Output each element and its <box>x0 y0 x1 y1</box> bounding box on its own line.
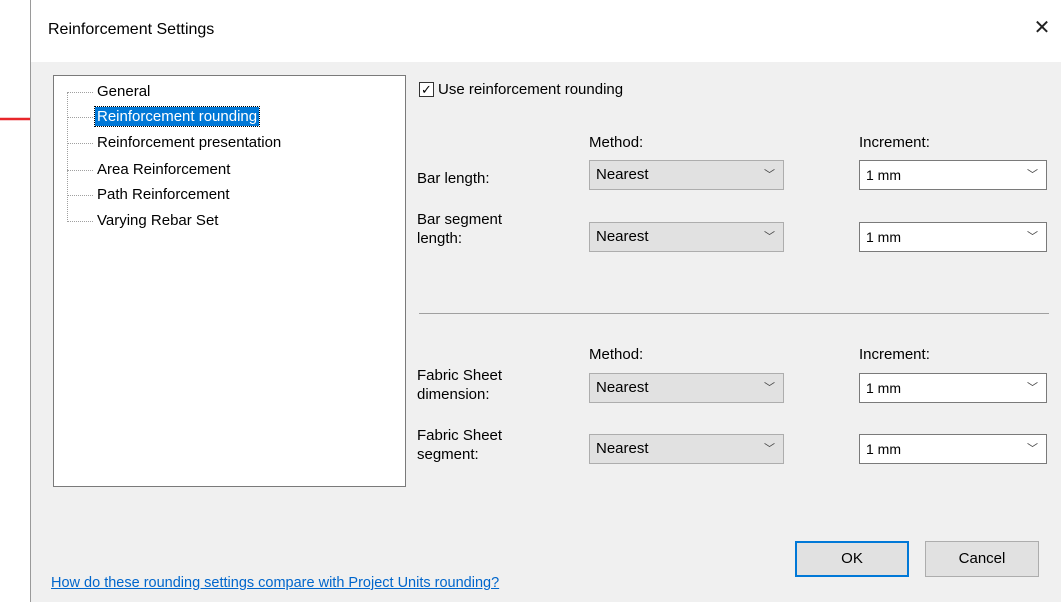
tree-item-label: Area Reinforcement <box>97 161 231 178</box>
bar-length-label: Bar length: <box>417 170 490 187</box>
chevron-down-icon: ﹀ <box>1027 231 1038 243</box>
settings-tree: General Reinforcement rounding Reinforce… <box>53 75 406 487</box>
bar-length-increment-select[interactable]: 1 mm ﹀ <box>859 160 1047 190</box>
fabric-sheet-dimension-label-line1: Fabric Sheet <box>417 367 503 384</box>
method-header: Method: <box>589 134 644 151</box>
chevron-down-icon: ﹀ <box>764 169 775 181</box>
chevron-down-icon: ﹀ <box>1027 382 1038 394</box>
tree-item-reinforcement-rounding[interactable]: Reinforcement rounding <box>67 106 261 128</box>
group-separator <box>419 313 1049 314</box>
ok-button[interactable]: OK <box>795 541 909 577</box>
use-rounding-checkbox[interactable]: ✓ <box>419 81 434 97</box>
fabric-segment-method-select[interactable]: Nearest ﹀ <box>589 434 784 464</box>
select-value: 1 mm <box>866 441 901 457</box>
rounding-help-link[interactable]: How do these rounding settings compare w… <box>51 575 499 591</box>
increment-header: Increment: <box>859 134 930 151</box>
select-value: Nearest <box>596 440 649 457</box>
bar-segment-length-label-line2: length: <box>417 230 463 247</box>
tree-item-label: Reinforcement rounding <box>93 106 261 127</box>
method-header: Method: <box>589 346 644 363</box>
use-rounding-label: Use reinforcement rounding <box>438 80 624 98</box>
select-value: 1 mm <box>866 380 901 396</box>
chevron-down-icon: ﹀ <box>764 382 775 394</box>
fabric-dimension-increment-select[interactable]: 1 mm ﹀ <box>859 373 1047 403</box>
tree-item-reinforcement-presentation[interactable]: Reinforcement presentation <box>67 132 283 154</box>
bar-length-method-select[interactable]: Nearest ﹀ <box>589 160 784 190</box>
fabric-segment-increment-select[interactable]: 1 mm ﹀ <box>859 434 1047 464</box>
dialog-title: Reinforcement Settings <box>48 21 215 38</box>
bar-segment-length-label-line1: Bar segment <box>417 211 503 228</box>
select-value: 1 mm <box>866 167 901 183</box>
use-reinforcement-rounding-option[interactable]: ✓ Use reinforcement rounding <box>419 79 623 99</box>
chevron-down-icon: ﹀ <box>1027 169 1038 181</box>
fabric-dimension-method-select[interactable]: Nearest ﹀ <box>589 373 784 403</box>
cancel-button[interactable]: Cancel <box>925 541 1039 577</box>
tree-item-label: Varying Rebar Set <box>97 212 219 229</box>
fabric-sheet-segment-label-line2: segment: <box>417 446 479 463</box>
select-value: Nearest <box>596 166 649 183</box>
increment-header: Increment: <box>859 346 930 363</box>
reinforcement-settings-dialog: Reinforcement Settings ✕ General Reinfor… <box>30 0 1061 602</box>
close-icon[interactable]: ✕ <box>1029 14 1055 42</box>
tree-item-path-reinforcement[interactable]: Path Reinforcement <box>67 184 232 206</box>
chevron-down-icon: ﹀ <box>1027 443 1038 455</box>
tree-item-general[interactable]: General <box>67 81 152 103</box>
select-value: Nearest <box>596 379 649 396</box>
select-value: 1 mm <box>866 229 901 245</box>
title-bar: Reinforcement Settings ✕ <box>31 0 1061 62</box>
bar-segment-method-select[interactable]: Nearest ﹀ <box>589 222 784 252</box>
select-value: Nearest <box>596 228 649 245</box>
fabric-sheet-dimension-label-line2: dimension: <box>417 386 490 403</box>
chevron-down-icon: ﹀ <box>764 443 775 455</box>
chevron-down-icon: ﹀ <box>764 231 775 243</box>
tree-item-varying-rebar-set[interactable]: Varying Rebar Set <box>67 210 220 232</box>
tree-item-label: Reinforcement presentation <box>97 134 282 151</box>
fabric-sheet-segment-label-line1: Fabric Sheet <box>417 427 503 444</box>
tree-item-label: General <box>97 83 151 100</box>
bar-segment-increment-select[interactable]: 1 mm ﹀ <box>859 222 1047 252</box>
tree-item-area-reinforcement[interactable]: Area Reinforcement <box>67 159 232 181</box>
tree-item-label: Path Reinforcement <box>97 186 230 203</box>
